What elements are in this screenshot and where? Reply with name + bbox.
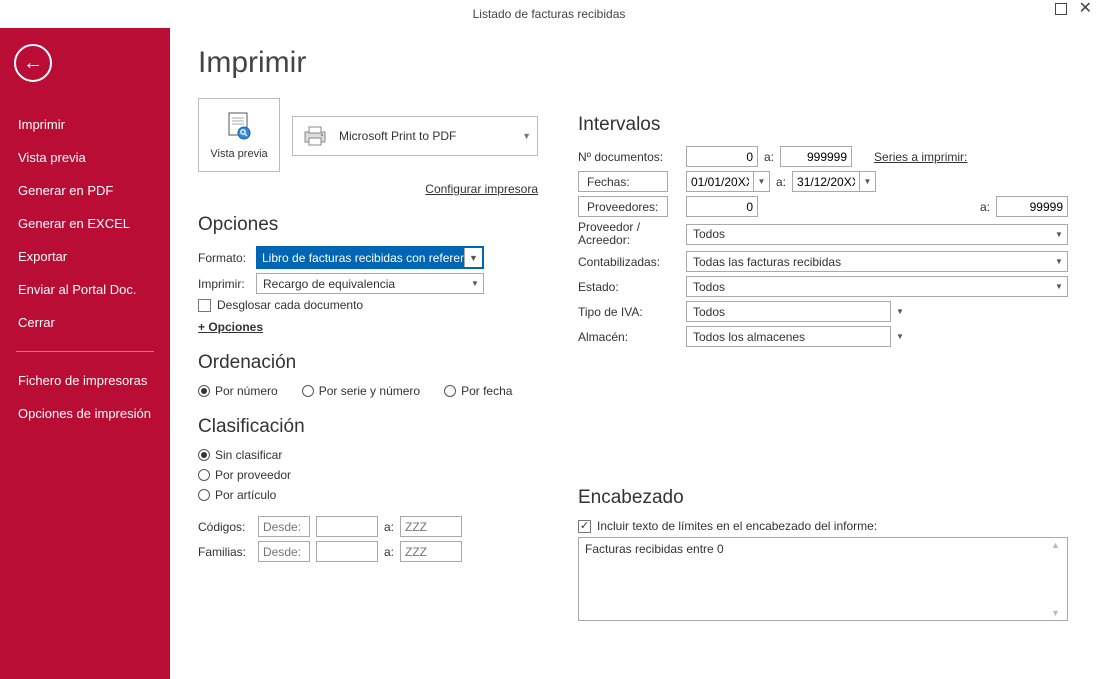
contab-select[interactable]: Todas las facturas recibidas ▼ [686,251,1068,272]
printer-select[interactable]: Microsoft Print to PDF ▼ [292,116,538,156]
formato-label: Formato: [198,251,256,265]
opciones-heading: Opciones [198,214,538,236]
titlebar: Listado de facturas recibidas ✕ [0,0,1098,28]
fecha-from-input[interactable] [686,171,754,192]
proveedores-button[interactable]: Proveedores: [578,196,668,217]
codigos-desde-input[interactable] [258,516,310,537]
orden-por-numero[interactable]: Por número [198,384,278,398]
a-label: a: [776,175,786,189]
intervalos-heading: Intervalos [578,114,1068,136]
familias-label: Familias: [198,545,252,559]
arrow-left-icon: ← [23,52,43,75]
desglosar-checkbox[interactable] [198,299,211,312]
back-button[interactable]: ← [14,44,52,82]
chevron-down-icon: ▼ [892,327,908,346]
sidebar-item-fichero-impresoras[interactable]: Fichero de impresoras [0,364,170,397]
chevron-down-icon: ▼ [1051,252,1067,271]
fechas-button[interactable]: Fechas: [578,171,668,192]
chevron-down-icon: ▼ [522,131,531,141]
preview-button[interactable]: Vista previa [198,98,280,172]
orden-por-serie-numero[interactable]: Por serie y número [302,384,420,398]
sidebar-item-vista-previa[interactable]: Vista previa [0,141,170,174]
radio-icon [198,449,210,461]
scrollbar[interactable]: ▲▼ [1051,540,1065,618]
codigos-desde-value[interactable] [316,516,378,537]
radio-icon [198,385,210,397]
chevron-down-icon: ▼ [467,274,483,293]
clas-por-proveedor[interactable]: Por proveedor [198,468,538,482]
incluir-limits-checkbox[interactable] [578,520,591,533]
sidebar-item-enviar-portal[interactable]: Enviar al Portal Doc. [0,273,170,306]
sidebar-item-generar-excel[interactable]: Generar en EXCEL [0,207,170,240]
incluir-limits-label: Incluir texto de límites en el encabezad… [597,519,877,533]
orden-por-fecha[interactable]: Por fecha [444,384,512,398]
ndoc-from-input[interactable] [686,146,758,167]
clasificacion-heading: Clasificación [198,416,538,438]
encabezado-textarea[interactable]: Facturas recibidas entre 0 ▲▼ [578,537,1068,621]
ordenacion-heading: Ordenación [198,352,538,374]
imprimir-select[interactable]: Recargo de equivalencia [256,273,484,294]
sidebar-item-opciones-impresion[interactable]: Opciones de impresión [0,397,170,430]
imprimir-label: Imprimir: [198,277,256,291]
radio-icon [302,385,314,397]
series-print-link[interactable]: Series a imprimir: [874,150,967,164]
formato-value: Libro de facturas recibidas con referen [258,248,464,267]
configure-printer-link[interactable]: Configurar impresora [198,182,538,196]
page-title: Imprimir [198,46,538,80]
sidebar-separator [16,351,154,352]
familias-desde-value[interactable] [316,541,378,562]
codigos-label: Códigos: [198,520,252,534]
preview-label: Vista previa [210,148,267,160]
sidebar-item-cerrar[interactable]: Cerrar [0,306,170,339]
a-label: a: [980,200,990,214]
radio-icon [198,489,210,501]
codigos-hasta-input[interactable] [400,516,462,537]
printer-name: Microsoft Print to PDF [339,129,456,143]
formato-select[interactable]: Libro de facturas recibidas con referen … [256,246,484,269]
radio-icon [444,385,456,397]
sidebar-item-exportar[interactable]: Exportar [0,240,170,273]
window-title: Listado de facturas recibidas [473,7,626,21]
radio-icon [198,469,210,481]
prov-from-input[interactable] [686,196,758,217]
tipoiva-label: Tipo de IVA: [578,305,680,319]
chevron-down-icon[interactable]: ▼ [754,171,770,192]
chevron-down-icon: ▼ [892,302,908,321]
a-label: a: [384,545,394,559]
printer-icon [301,124,329,148]
more-options-link[interactable]: + Opciones [198,320,263,334]
ndoc-label: Nº documentos: [578,150,680,164]
sidebar-item-generar-pdf[interactable]: Generar en PDF [0,174,170,207]
encabezado-text: Facturas recibidas entre 0 [585,542,724,556]
estado-select[interactable]: Todos ▼ [686,276,1068,297]
clas-por-articulo[interactable]: Por artículo [198,488,538,502]
tipoiva-select[interactable]: Todos ▼ [686,301,909,322]
ndoc-to-input[interactable] [780,146,852,167]
fecha-to-input[interactable] [792,171,860,192]
document-preview-icon [222,110,256,144]
chevron-down-icon[interactable]: ▼ [464,248,482,267]
chevron-down-icon: ▼ [1051,225,1067,244]
almacen-label: Almacén: [578,330,680,344]
chevron-down-icon[interactable]: ▼ [860,171,876,192]
almacen-select[interactable]: Todos los almacenes ▼ [686,326,909,347]
contab-label: Contabilizadas: [578,255,680,269]
estado-label: Estado: [578,280,680,294]
a-label: a: [384,520,394,534]
desglosar-label: Desglosar cada documento [217,298,363,312]
maximize-icon[interactable] [1055,3,1067,15]
prov-to-input[interactable] [996,196,1068,217]
imprimir-value: Recargo de equivalencia [263,277,395,291]
chevron-down-icon: ▼ [1051,277,1067,296]
familias-hasta-input[interactable] [400,541,462,562]
clas-sin-clasificar[interactable]: Sin clasificar [198,448,538,462]
encabezado-heading: Encabezado [578,487,1068,509]
sidebar-item-imprimir[interactable]: Imprimir [0,108,170,141]
prov-acreedor-select[interactable]: Todos ▼ [686,224,1068,245]
familias-desde-input[interactable] [258,541,310,562]
prov-acreedor-label: Proveedor / Acreedor: [578,221,680,247]
a-label: a: [764,150,774,164]
close-icon[interactable]: ✕ [1079,3,1092,15]
sidebar: ← Imprimir Vista previa Generar en PDF G… [0,28,170,679]
